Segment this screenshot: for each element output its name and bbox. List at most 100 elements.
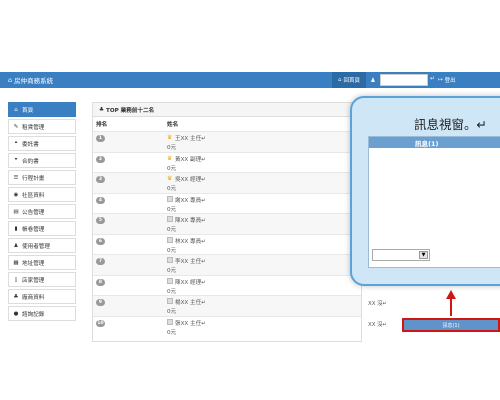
app-page: ⌂ 房仲商務系統 ⌂ 回首頁 ♟ ↵ ↦ 登出 ⌂ 首頁 ✎ 租賃管理 ❝ 委託書 ❞ 合約書… [0, 0, 500, 400]
sidebar-item-label: 地址管理 [22, 260, 45, 267]
sidebar-item[interactable]: ● 諮詢記錄 [8, 306, 76, 321]
chevron-down-icon[interactable]: ▼ [419, 251, 428, 259]
file-icon: ▯ [14, 276, 18, 283]
sales-amount: 0元 [167, 227, 177, 233]
sidebar-item[interactable]: ☰ 行程計畫 [8, 170, 76, 185]
list-icon: ☰ [13, 174, 19, 181]
users-icon: ♣ [13, 293, 19, 300]
users-icon: ♣ [99, 106, 105, 113]
salesperson-name: 李XX 主任↵ [175, 259, 206, 265]
logout-icon: ↦ [438, 77, 443, 83]
message-panel: 訊息(1) ▼ [368, 136, 500, 268]
sales-amount: 0元 [167, 206, 177, 213]
message-select[interactable]: ▼ [372, 249, 430, 261]
rank-badge: 5 [96, 217, 105, 224]
document-icon: ▤ [13, 208, 19, 215]
sidebar-item[interactable]: ♟ 使用者管理 [8, 238, 76, 253]
column-header-name: 姓名 [167, 122, 179, 128]
user-icon: ♟ [13, 242, 19, 249]
globe-icon: ◉ [13, 191, 19, 198]
row-extra-text: XX 沒↵ [368, 301, 388, 307]
annotation-arrow-line [450, 298, 452, 316]
avatar [167, 257, 173, 263]
crown-icon: ♛ [167, 154, 173, 162]
sales-amount: 0元 [167, 186, 177, 192]
rank-badge: 10 [96, 319, 105, 327]
message-tab-label: 訊息(1) [442, 322, 460, 329]
salesperson-name: 陳XX 經理↵ [175, 279, 206, 286]
row-extra-text: XX 沒↵ [368, 321, 388, 328]
avatar [167, 277, 173, 284]
column-header-rank: 排名 [96, 122, 108, 128]
sidebar-item[interactable]: ◉ 社區資料 [8, 187, 76, 202]
quote-icon: ❝ [14, 140, 18, 147]
sidebar-item[interactable]: ▦ 地址管理 [8, 255, 76, 270]
avatar [167, 298, 173, 304]
table-row: 2 ♛ 黃XX 副理↵ 0元 [93, 151, 361, 173]
table-row: 9 楊XX 主任↵ 0元 XX 沒↵ [93, 295, 387, 316]
rank-badge: 2 [96, 155, 105, 163]
return-glyph: ↵ [430, 75, 436, 82]
ranking-panel: ♣ TOP 業務前十二名 排名 姓名 1 ♛ 王XX 主任↵ 0元 2 ♛ 黃XX 副理↵ 0… [92, 102, 387, 342]
sales-amount: 0元 [167, 288, 177, 295]
sidebar-item-label: 行程計畫 [22, 175, 45, 182]
sidebar-item[interactable]: ❞ 合約書 [8, 153, 76, 168]
message-panel-title: 訊息(1) [415, 139, 439, 148]
home-button-label: 回首頁 [343, 78, 360, 84]
home-icon: ⌂ [8, 76, 13, 84]
salesperson-name: 謝XX 專員↵ [175, 197, 206, 204]
sidebar-item[interactable]: ❝ 委託書 [8, 136, 76, 151]
salesperson-name: 吳XX 經理↵ [175, 177, 206, 183]
salesperson-name: 楊XX 主任↵ [175, 300, 206, 306]
ranking-title: TOP 業務前十二名 [106, 107, 155, 114]
logout-button[interactable]: ↦ 登出 [438, 72, 456, 88]
brand-title: 房仲商務系統 [14, 77, 54, 85]
table-row: 5 陳XX 專員↵ 0元 [93, 213, 361, 234]
quote-icon: ❞ [14, 157, 18, 164]
message-tab[interactable]: 訊息(1) [402, 318, 500, 332]
table-row: 10 張XX 主任↵ 0元 XX 沒↵ [93, 315, 387, 337]
table-row: 4 謝XX 專員↵ 0元 [93, 192, 361, 214]
sidebar-item[interactable]: ▮ 帳卷管理 [8, 221, 76, 236]
salesperson-name: 張XX 主任↵ [175, 320, 206, 327]
rank-badge: 1 [96, 135, 105, 142]
message-panel-header: 訊息(1) [369, 137, 500, 148]
sidebar-item[interactable]: ▯ 店家管理 [8, 272, 76, 287]
sales-amount: 0元 [167, 247, 177, 254]
sidebar-item[interactable]: ✎ 租賃管理 [8, 119, 76, 134]
sidebar-item-label: 廠商資料 [22, 294, 45, 301]
home-icon: ⌂ [337, 77, 342, 83]
chat-icon: ● [13, 310, 19, 317]
avatar [167, 216, 173, 222]
sidebar-item[interactable]: ⌂ 首頁 [8, 102, 76, 117]
rank-badge: 8 [96, 278, 105, 286]
sidebar-item-label: 首頁 [22, 107, 34, 114]
top-navbar: ⌂ 房仲商務系統 ⌂ 回首頁 ♟ ↵ ↦ 登出 [0, 72, 500, 88]
sales-amount: 0元 [167, 329, 177, 336]
salesperson-name: 陳XX 專員↵ [175, 218, 206, 224]
sidebar-item[interactable]: ▤ 公告管理 [8, 204, 76, 219]
bookmark-icon: ▮ [14, 225, 18, 232]
avatar [167, 236, 173, 243]
rank-badge: 9 [96, 299, 105, 306]
user-icon[interactable]: ♟ [366, 72, 380, 88]
table-row: 6 林XX 專員↵ 0元 [93, 233, 361, 255]
table-row: 7 李XX 主任↵ 0元 [93, 254, 361, 275]
sales-amount: 0元 [167, 145, 177, 151]
table-row: 3 ♛ 吳XX 經理↵ 0元 [93, 172, 361, 193]
home-button[interactable]: ⌂ 回首頁 [332, 72, 366, 88]
sidebar-item-label: 帳卷管理 [22, 226, 45, 233]
rank-badge: 6 [96, 237, 105, 245]
popup-title: 訊息視窗。↵ [414, 117, 487, 132]
rank-badge: 3 [96, 176, 105, 183]
avatar [167, 318, 173, 325]
sidebar-item-label: 社區資料 [22, 192, 45, 199]
sidebar-item-label: 店家管理 [22, 277, 45, 284]
brand[interactable]: ⌂ 房仲商務系統 [8, 75, 53, 85]
crown-icon: ♛ [167, 134, 173, 141]
user-name-field[interactable] [380, 74, 428, 86]
message-popup-window: 訊息視窗。↵ 訊息(1) ▼ [350, 96, 500, 286]
sidebar-item[interactable]: ♣ 廠商資料 [8, 289, 76, 304]
sidebar-item-label: 租賃管理 [22, 124, 45, 131]
table-row: 8 陳XX 經理↵ 0元 [93, 274, 361, 296]
